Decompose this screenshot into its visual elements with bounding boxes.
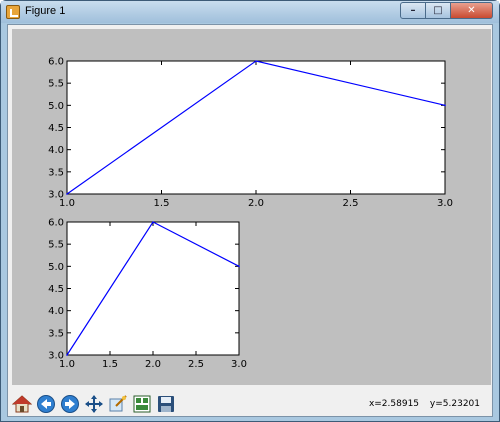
subplot-1-xtick-label: 3.0 [437, 198, 453, 209]
subplot-2-ytick-label: 3.0 [48, 351, 64, 362]
zoom-button[interactable] [107, 393, 129, 415]
subplots-icon [133, 395, 151, 413]
title-bar[interactable]: Figure 1 – □ ✕ [1, 1, 499, 23]
subplot-1-data-point [66, 193, 68, 195]
subplot-1-xtick-label: 2.5 [343, 198, 359, 209]
subplot-1-ytick-label: 5.0 [48, 101, 64, 112]
subplot-2-data-point [66, 354, 68, 356]
figure-window: Figure 1 – □ ✕ 1.0 1.5 2.0 2.5 3.0 3.0 3.5 4.0 4… [0, 0, 500, 422]
zoom-icon [109, 395, 127, 412]
configure-subplots-button[interactable] [131, 393, 153, 415]
cursor-coordinates: x=2.58915 y=5.23201 [361, 399, 480, 409]
subplot-1-ytick-label: 4.0 [48, 145, 64, 156]
window-title: Figure 1 [25, 5, 66, 17]
matplotlib-app-icon [6, 5, 20, 19]
subplot-1-ytick-label: 4.5 [48, 123, 64, 134]
figure-canvas[interactable]: 1.0 1.5 2.0 2.5 3.0 3.0 3.5 4.0 4.5 5.0 5.5 6.0 1.0 1… [12, 29, 491, 385]
subplot-1-ytick-label: 6.0 [48, 57, 64, 68]
subplot-2-ytick-label: 5.5 [48, 240, 64, 251]
subplot-1-ytick-label: 3.0 [48, 190, 64, 201]
forward-arrow-icon [61, 395, 79, 413]
subplot-2-data-point [152, 221, 154, 223]
pan-icon [85, 395, 103, 413]
save-button[interactable] [155, 393, 177, 415]
subplot-2-ytick-label: 4.5 [48, 284, 64, 295]
subplot-2-data-point [238, 265, 240, 268]
subplot-1-ytick-label: 5.5 [48, 79, 64, 90]
subplot-2-ytick-label: 5.0 [48, 262, 64, 273]
back-arrow-icon [37, 395, 55, 413]
home-button[interactable] [11, 393, 33, 415]
close-button[interactable]: ✕ [451, 2, 493, 19]
figure-client-area: 1.0 1.5 2.0 2.5 3.0 3.0 3.5 4.0 4.5 5.0 5.5 6.0 1.0 1… [7, 24, 493, 417]
minimize-button[interactable]: – [400, 2, 426, 19]
y-readout: y=5.23201 [429, 399, 480, 409]
subplot-1-xtick-label: 2.0 [248, 198, 264, 209]
subplot-2-ytick-label: 4.0 [48, 306, 64, 317]
subplot-2-xtick-label: 2.0 [145, 359, 161, 370]
subplot-1-data-point [444, 104, 446, 107]
subplot-1-xtick-label: 1.5 [154, 198, 170, 209]
navigation-toolbar: x=2.58915 y=5.23201 [9, 391, 492, 417]
subplot-1-axes [66, 60, 446, 195]
home-icon [12, 395, 32, 413]
subplot-2-ytick-label: 3.5 [48, 328, 64, 339]
plot-svg: 1.0 1.5 2.0 2.5 3.03.03.54.04.55.05.56.01.0 1… [48, 57, 453, 371]
subplot-2-ytick-label: 6.0 [48, 218, 64, 229]
subplot-2-xtick-label: 2.5 [188, 359, 204, 370]
window-controls: – □ ✕ [400, 2, 493, 20]
subplot-2-xtick-label: 3.0 [231, 359, 247, 370]
subplot-2-axes [66, 221, 240, 356]
x-readout: x=2.58915 [368, 399, 420, 409]
maximize-button[interactable]: □ [426, 2, 451, 19]
subplot-1-data-point [255, 60, 257, 62]
pan-button[interactable] [83, 393, 105, 415]
subplot-1-ytick-label: 3.5 [48, 167, 64, 178]
back-button[interactable] [35, 393, 57, 415]
save-icon [158, 396, 174, 412]
subplot-2-xtick-label: 1.5 [102, 359, 118, 370]
forward-button[interactable] [59, 393, 81, 415]
